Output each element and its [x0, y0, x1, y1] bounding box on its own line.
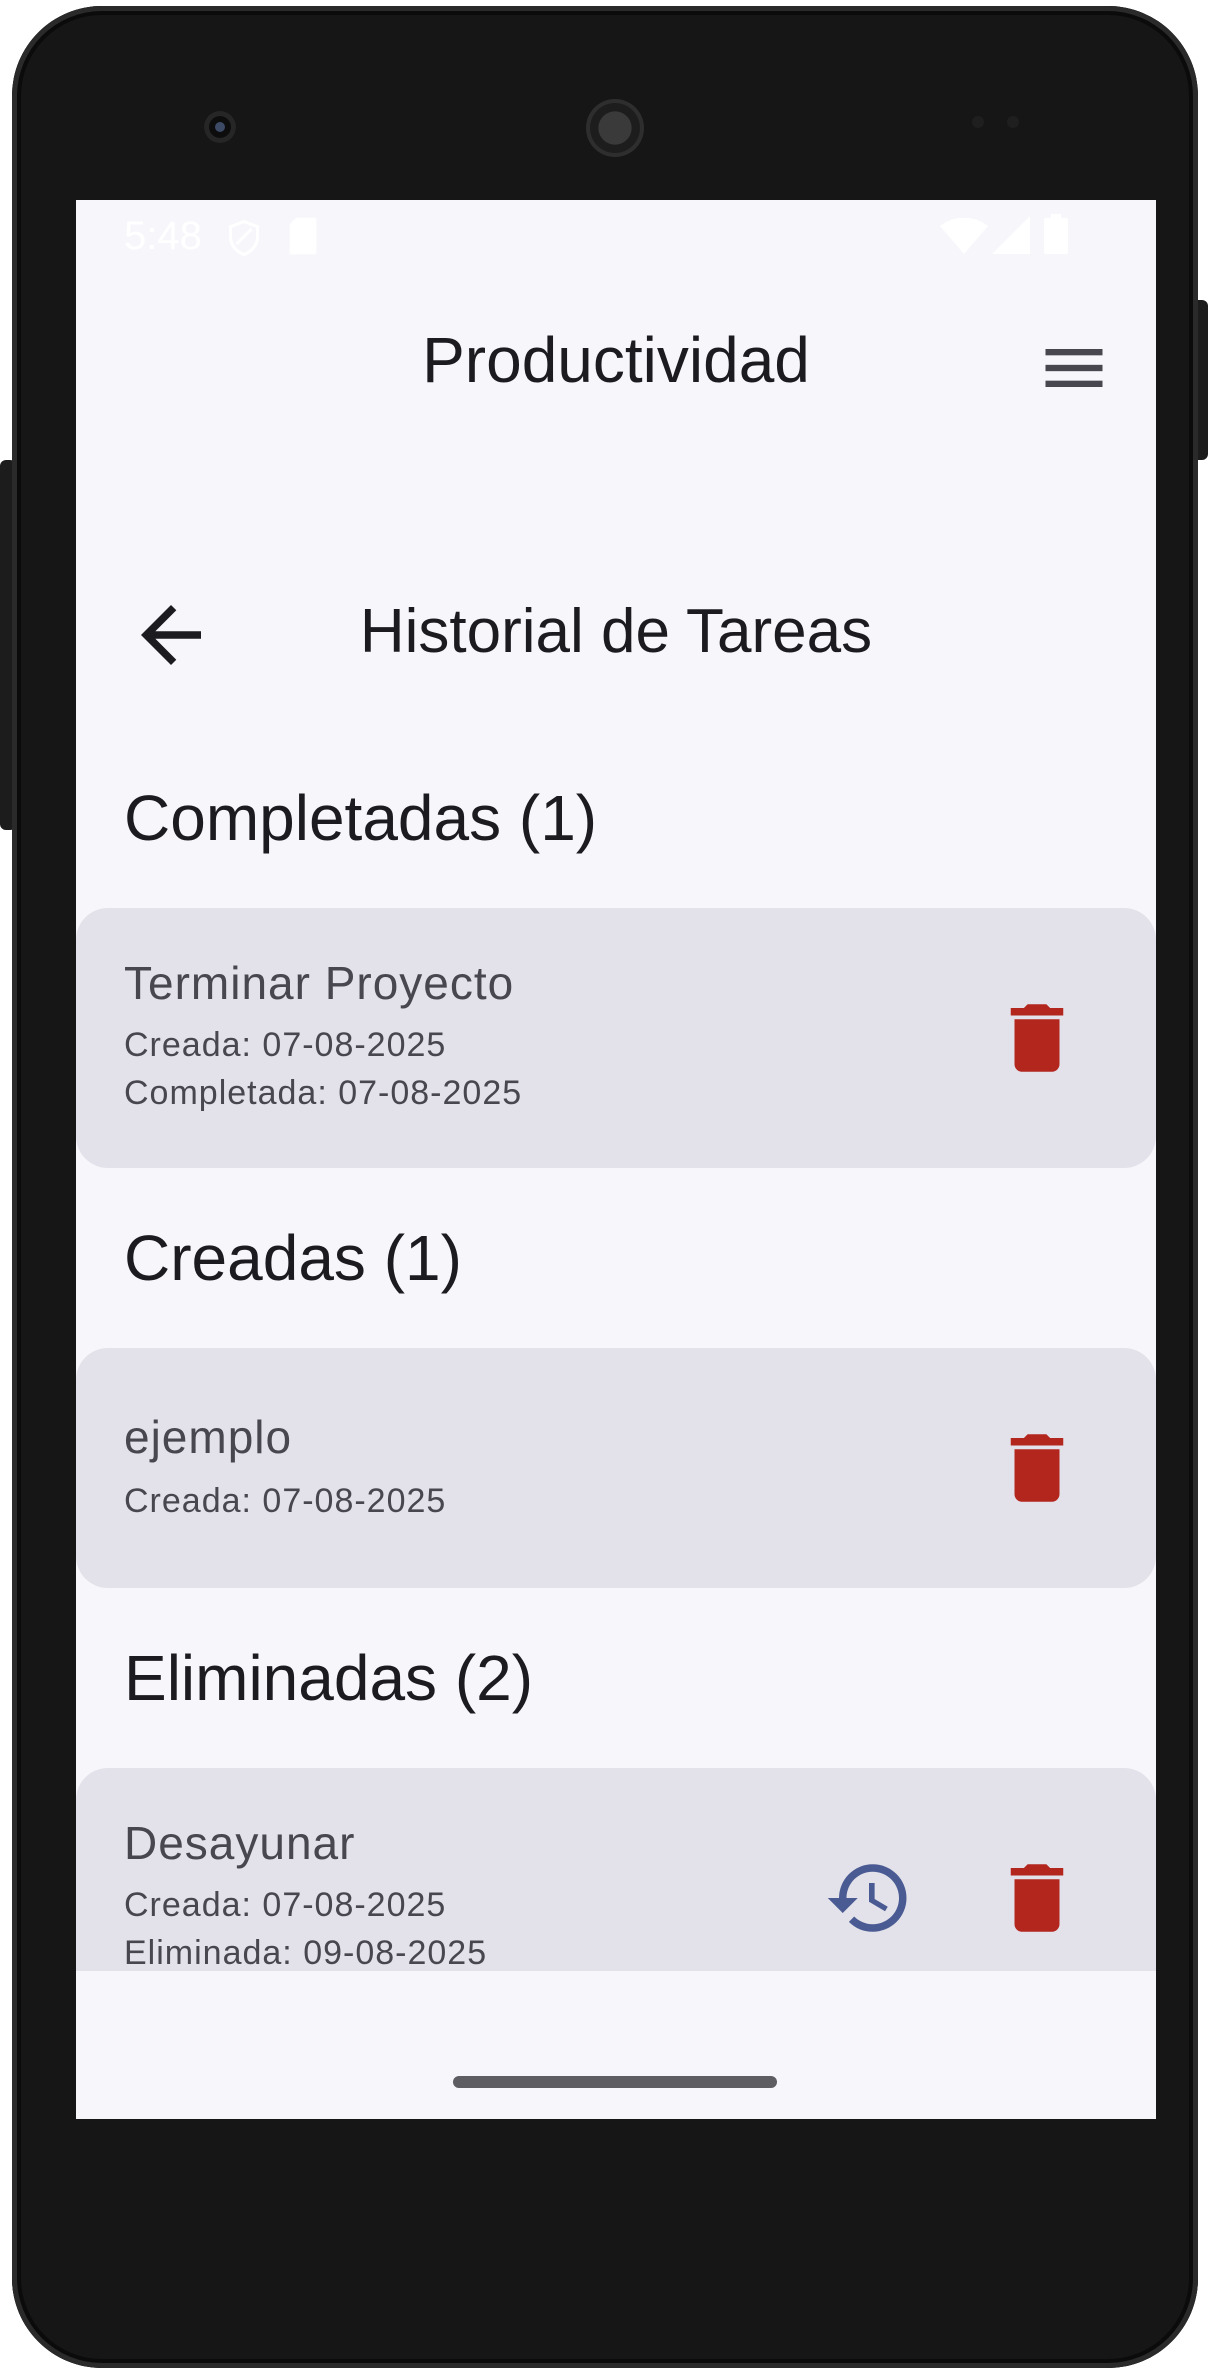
delete-button[interactable] [992, 1423, 1082, 1513]
task-completed-date: Completada: 07-08-2025 [124, 1074, 523, 1112]
status-time: 5:48 [124, 214, 202, 258]
earpiece-speaker [586, 99, 644, 157]
task-card[interactable]: Desayunar Creada: 07-08-2025 Eliminada: … [76, 1768, 1156, 1971]
section-header-created: Creadas (1) [124, 1222, 462, 1294]
task-deleted-date: Eliminada: 09-08-2025 [124, 1934, 488, 1971]
shield-icon [229, 219, 259, 257]
battery-icon [1044, 214, 1068, 254]
phone-frame: 5:48 Productividad Historial de Tareas C… [12, 6, 1198, 2368]
restore-button[interactable] [824, 1853, 914, 1943]
section-header-completed: Completadas (1) [124, 782, 598, 854]
task-title: ejemplo [124, 1411, 293, 1463]
status-bar: 5:48 [76, 200, 1156, 272]
cell-signal-icon [992, 216, 1030, 254]
screen-title: Historial de Tareas [359, 597, 873, 666]
proximity-sensor [1007, 116, 1019, 128]
gesture-navigation-handle[interactable] [453, 2076, 777, 2088]
delete-button[interactable] [992, 993, 1082, 1083]
menu-button[interactable] [1036, 330, 1112, 406]
sd-card-icon [289, 217, 317, 255]
trash-icon [1010, 1004, 1064, 1072]
task-title: Desayunar [124, 1817, 356, 1869]
task-created-date: Creada: 07-08-2025 [124, 1482, 447, 1520]
task-created-date: Creada: 07-08-2025 [124, 1026, 447, 1064]
task-created-date: Creada: 07-08-2025 [124, 1886, 447, 1924]
front-camera [204, 111, 236, 143]
task-card[interactable]: Terminar Proyecto Creada: 07-08-2025 Com… [76, 908, 1156, 1168]
task-title: Terminar Proyecto [124, 957, 515, 1009]
app-screen: 5:48 Productividad Historial de Tareas C… [76, 200, 1156, 2119]
trash-icon [1010, 1434, 1064, 1502]
section-header-deleted: Eliminadas (2) [124, 1642, 534, 1714]
delete-button[interactable] [992, 1853, 1082, 1943]
history-restore-icon [827, 1864, 907, 1932]
task-card[interactable]: ejemplo Creada: 07-08-2025 [76, 1348, 1156, 1588]
wifi-icon [940, 218, 988, 254]
app-title: Productividad [422, 324, 810, 396]
proximity-sensor [972, 116, 984, 128]
trash-icon [1010, 1864, 1064, 1932]
hamburger-menu-icon [1045, 349, 1103, 387]
